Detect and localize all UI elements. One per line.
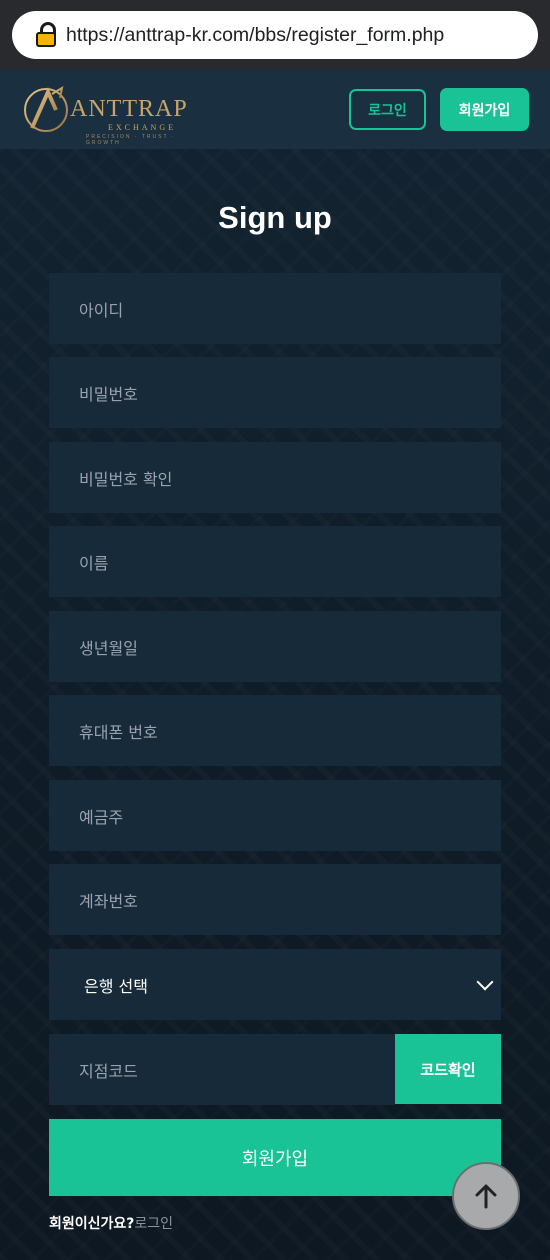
- address-bar[interactable]: https://anttrap-kr.com/bbs/register_form…: [12, 11, 538, 59]
- header-login-button[interactable]: 로그인: [349, 89, 426, 130]
- logo-icon: [24, 86, 68, 132]
- member-login-prompt: 회원이신가요?로그인: [49, 1213, 173, 1233]
- scroll-to-top-button[interactable]: [452, 1162, 520, 1230]
- header-register-button[interactable]: 회원가입: [440, 88, 529, 131]
- phone-field[interactable]: 휴대폰 번호: [49, 695, 501, 766]
- account-holder-field[interactable]: 예금주: [49, 780, 501, 851]
- browser-toolbar: https://anttrap-kr.com/bbs/register_form…: [0, 0, 550, 70]
- member-question: 회원이신가요?: [49, 1216, 135, 1232]
- code-check-button[interactable]: 코드확인: [395, 1034, 501, 1104]
- chevron-down-icon: [476, 973, 494, 990]
- url-text[interactable]: https://anttrap-kr.com/bbs/register_form…: [66, 24, 444, 47]
- logo-tagline: PRECISION · TRUST · GROWTH: [86, 134, 176, 146]
- account-number-field[interactable]: 계좌번호: [49, 864, 501, 935]
- submit-register-button[interactable]: 회원가입: [49, 1119, 501, 1196]
- logo-subtitle: EXCHANGE: [108, 123, 176, 132]
- member-login-link[interactable]: 로그인: [134, 1216, 173, 1232]
- branch-code-field[interactable]: 지점코드: [49, 1034, 395, 1105]
- bank-select-value: 은행 선택: [84, 976, 148, 996]
- username-field[interactable]: 아이디: [49, 273, 501, 344]
- site-logo[interactable]: ANTTRAP EXCHANGE PRECISION · TRUST · GRO…: [22, 86, 202, 146]
- name-field[interactable]: 이름: [49, 526, 501, 597]
- password-confirm-field[interactable]: 비밀번호 확인: [49, 442, 501, 513]
- password-field[interactable]: 비밀번호: [49, 357, 501, 428]
- logo-name: ANTTRAP: [70, 96, 188, 122]
- bank-select[interactable]: 은행 선택: [49, 949, 501, 1020]
- arrow-up-icon: [475, 1184, 497, 1209]
- lock-icon: [36, 22, 58, 48]
- page-title: Sign up: [218, 200, 332, 235]
- birthdate-field[interactable]: 생년월일: [49, 611, 501, 682]
